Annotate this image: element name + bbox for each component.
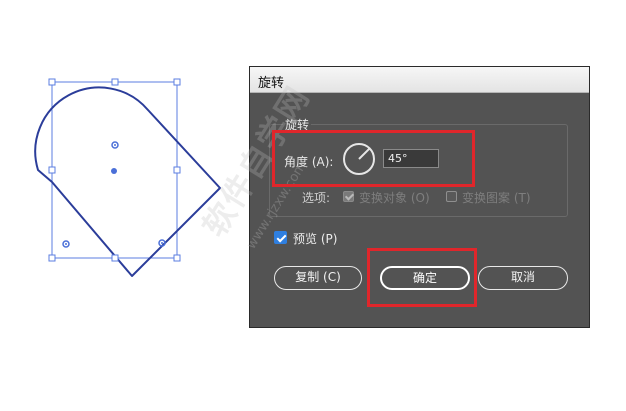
rotated-shape[interactable] (34, 86, 221, 277)
cancel-button[interactable]: 取消 (478, 266, 568, 290)
transform-objects-checkbox[interactable] (343, 191, 354, 202)
options-label: 选项: (302, 191, 331, 205)
transform-objects-label: 变换对象 (O) (359, 191, 430, 205)
copy-button[interactable]: 复制 (C) (274, 266, 362, 290)
anchor-points[interactable] (62, 141, 166, 248)
ok-highlight-box (367, 248, 477, 307)
preview-checkbox[interactable] (274, 231, 287, 244)
transform-patterns-label: 变换图案 (T) (462, 191, 531, 205)
transform-patterns-checkbox[interactable] (446, 191, 457, 202)
center-point (111, 168, 117, 174)
angle-highlight-box (272, 130, 475, 187)
preview-label: 预览 (P) (293, 232, 338, 246)
